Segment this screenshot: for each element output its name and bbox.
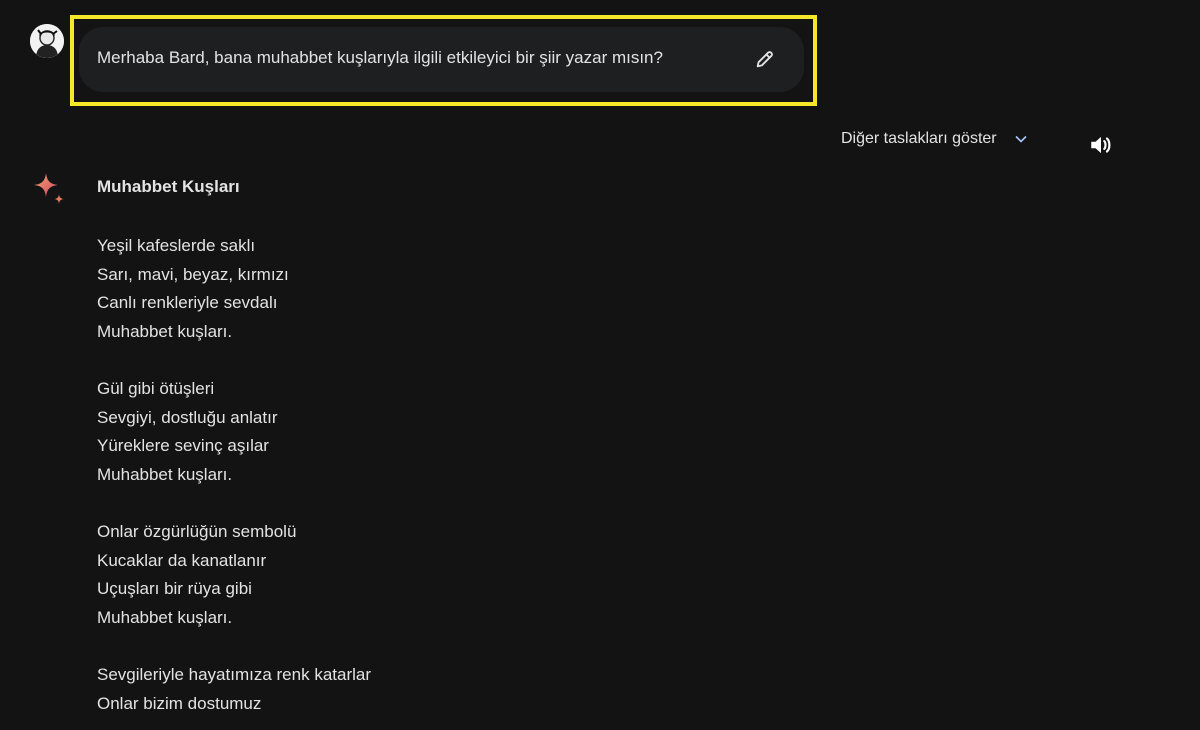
- assistant-response: Muhabbet Kuşları Yeşil kafeslerde saklı …: [97, 176, 797, 730]
- poem-line: Onlar özgürlüğün sembolü: [97, 521, 297, 541]
- avatar-illustration: [30, 24, 64, 58]
- user-prompt-text: Merhaba Bard, bana muhabbet kuşlarıyla i…: [97, 48, 663, 67]
- poem-line: Yeşil kafeslerde saklı: [97, 236, 256, 255]
- poem-line: Kucaklar da kanatlanır: [97, 550, 267, 570]
- poem-title: Muhabbet Kuşları: [97, 177, 240, 196]
- read-aloud-button[interactable]: [1084, 128, 1118, 162]
- poem-line: Yüreklere sevinç aşılar: [97, 436, 269, 456]
- poem-line: Muhabbet kuşları.: [97, 607, 233, 627]
- poem-stanza: Gül gibi ötüşleri Sevgiyi, dostluğu anla…: [97, 375, 797, 489]
- edit-prompt-button[interactable]: [750, 44, 780, 74]
- sparkle-icon: [34, 173, 64, 204]
- pencil-icon: [756, 51, 773, 68]
- poem-line: Canlı renkleriyle sevdalı: [97, 293, 278, 313]
- poem-stanza: Sevgileriyle hayatımıza renk katarlar On…: [97, 661, 797, 718]
- poem-stanza: Onlar özgürlüğün sembolü Kucaklar da kan…: [97, 518, 797, 632]
- chevron-down-icon: [1011, 129, 1031, 149]
- poem-stanza: Yeşil kafeslerde saklı Sarı, mavi, beyaz…: [97, 232, 797, 346]
- poem-line: Muhabbet kuşları.: [97, 464, 233, 484]
- show-drafts-button[interactable]: Diğer taslakları göster: [841, 129, 1031, 149]
- poem-line: Sevgiyi, dostluğu anlatır: [97, 407, 278, 427]
- poem-line: Sarı, mavi, beyaz, kırmızı: [97, 264, 289, 284]
- poem-line: Muhabbet kuşları.: [97, 321, 233, 341]
- poem-line: Onlar bizim dostumuz: [97, 693, 262, 713]
- show-drafts-label: Diğer taslakları göster: [841, 130, 997, 147]
- poem-line: Gül gibi ötüşleri: [97, 378, 215, 398]
- speaker-icon: [1091, 136, 1111, 154]
- chat-page: Merhaba Bard, bana muhabbet kuşlarıyla i…: [0, 0, 1200, 730]
- poem-line: Sevgileriyle hayatımıza renk katarlar: [97, 664, 372, 684]
- user-avatar: [30, 24, 64, 58]
- poem-line: Uçuşları bir rüya gibi: [97, 579, 252, 599]
